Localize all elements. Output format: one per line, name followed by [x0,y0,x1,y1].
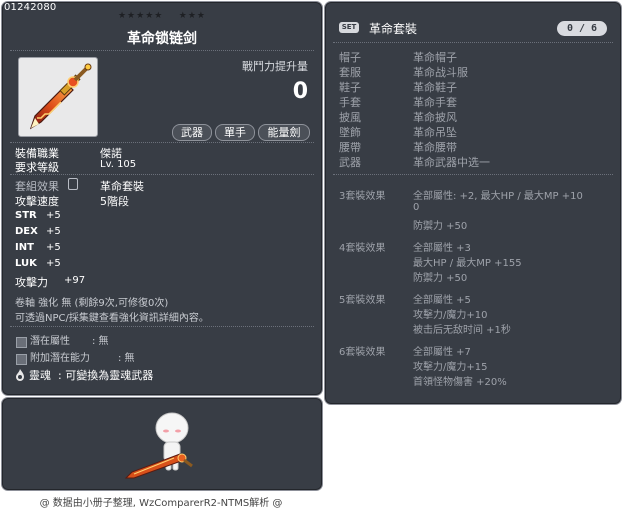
soul-flame-icon [15,366,25,381]
set-part-slot: 手套 [339,96,361,109]
divider [10,326,314,327]
set-effect-line: 攻擊力/魔力+10 [413,310,488,321]
set-effect-line: 全部屬性 +3 [413,243,471,254]
set-effect-tier-label: 4套裝效果 [339,243,386,254]
set-part-slot: 套服 [339,66,361,79]
set-part-slot: 披風 [339,111,361,124]
stat-str-value: +5 [46,210,61,221]
divider [333,174,613,175]
set-effect-line: 全部屬性: +2, 最大HP / 最大MP +10 [413,191,583,202]
set-effect-line: 最大HP / 最大MP +155 [413,258,522,269]
set-part-name: 革命帽子 [413,51,457,64]
tag-weapon: 武器 [172,124,212,141]
character-preview-panel [1,397,323,491]
stat-luk-value: +5 [46,258,61,269]
set-part-name: 革命吊坠 [413,126,457,139]
set-effect-line: 攻擊力/魔力+15 [413,362,488,373]
divider [10,142,314,143]
stat-str-name: STR [15,210,37,221]
credit-text: @ 数据由小册子整理, WzComparerR2-NTMS解析 @ [39,498,283,509]
set-effect-line: 全部屬性 +5 [413,295,471,306]
item-tooltip-panel: 01242080 ★★★★★ ★★★ 革命锁链剑 戰鬥力提升量 0 武器 單手 … [1,1,323,396]
set-part-slot: 武器 [339,156,361,169]
set-effect-value: 革命套裝 [100,180,144,193]
soul-value: : 可變換為靈魂武器 [58,369,154,382]
set-badge: SET [339,22,359,33]
attack-label: 攻擊力 [15,276,48,289]
set-part-name: 革命手套 [413,96,457,109]
attack-speed-label: 攻擊速度 [15,195,59,208]
character-avatar [124,412,193,479]
set-effect-line: 0 [413,202,420,213]
divider [10,50,314,51]
scroll-upgrade-info: 卷軸 強化 無 (剩餘9次,可修復0次) [15,298,169,309]
stat-int-value: +5 [46,242,61,253]
stat-dex-value: +5 [46,226,61,237]
set-name: 革命套裝 [369,22,418,36]
set-effect-tier-label: 3套裝效果 [339,191,386,202]
potential-label: 潛在屬性 [30,336,70,347]
set-part-name: 革命腰带 [413,141,457,154]
set-part-name: 革命武器中选一 [413,156,490,169]
soul-label: 靈魂 [29,369,51,382]
stars-right: ★★★ [178,11,206,21]
sword-icon [29,63,92,130]
potential-value: : 無 [92,336,109,347]
upgrade-note: 可透過NPC/採集鍵查看強化資訊詳細內容。 [15,313,209,324]
set-count: 0 / 6 [557,21,607,36]
set-effect-line: 首領怪物傷害 +20% [413,377,507,388]
set-effect-tier-label: 5套裝效果 [339,295,386,306]
set-effect-tier-label: 6套裝效果 [339,347,386,358]
set-effect-line: 防禦力 +50 [413,273,468,284]
stat-luk-name: LUK [15,258,37,269]
additional-potential-value: : 無 [118,353,135,364]
stars-left: ★★★★★ [117,11,164,21]
tag-one-handed: 單手 [215,124,255,141]
stat-dex-name: DEX [15,226,38,237]
set-part-slot: 腰帶 [339,141,361,154]
set-part-slot: 墜飾 [339,126,361,139]
req-level-label: 要求等級 [15,161,59,174]
divider [333,42,613,43]
star-force-stars: ★★★★★ ★★★ [2,11,322,21]
item-icon-frame [18,57,98,137]
combat-power-label: 戰鬥力提升量 [242,60,308,73]
set-effect-line: 被击后无敌时间 +1秒 [413,325,511,336]
lock-icon [68,178,78,190]
set-effect-line: 全部屬性 +7 [413,347,471,358]
set-part-slot: 帽子 [339,51,361,64]
set-effect-line: 防禦力 +50 [413,221,468,232]
set-part-name: 革命鞋子 [413,81,457,94]
tag-energy-sword: 能量劍 [258,124,310,141]
set-part-name: 革命披风 [413,111,457,124]
set-part-name: 革命战斗服 [413,66,468,79]
attack-speed-value: 5階段 [100,195,129,208]
set-tooltip-panel: SET 革命套裝 0 / 6 帽子 革命帽子 套服 革命战斗服 鞋子 革命鞋子 … [324,1,622,405]
stat-int-name: INT [15,242,34,253]
req-level-value: Lv. 105 [100,159,137,170]
set-part-slot: 鞋子 [339,81,361,94]
additional-potential-label: 附加潛在能力 [30,353,90,364]
divider [10,174,314,175]
attack-value: +97 [64,275,86,286]
item-name: 革命锁链剑 [127,31,197,47]
set-effect-label: 套組效果 [15,180,59,193]
combat-power-value: 0 [292,79,308,104]
